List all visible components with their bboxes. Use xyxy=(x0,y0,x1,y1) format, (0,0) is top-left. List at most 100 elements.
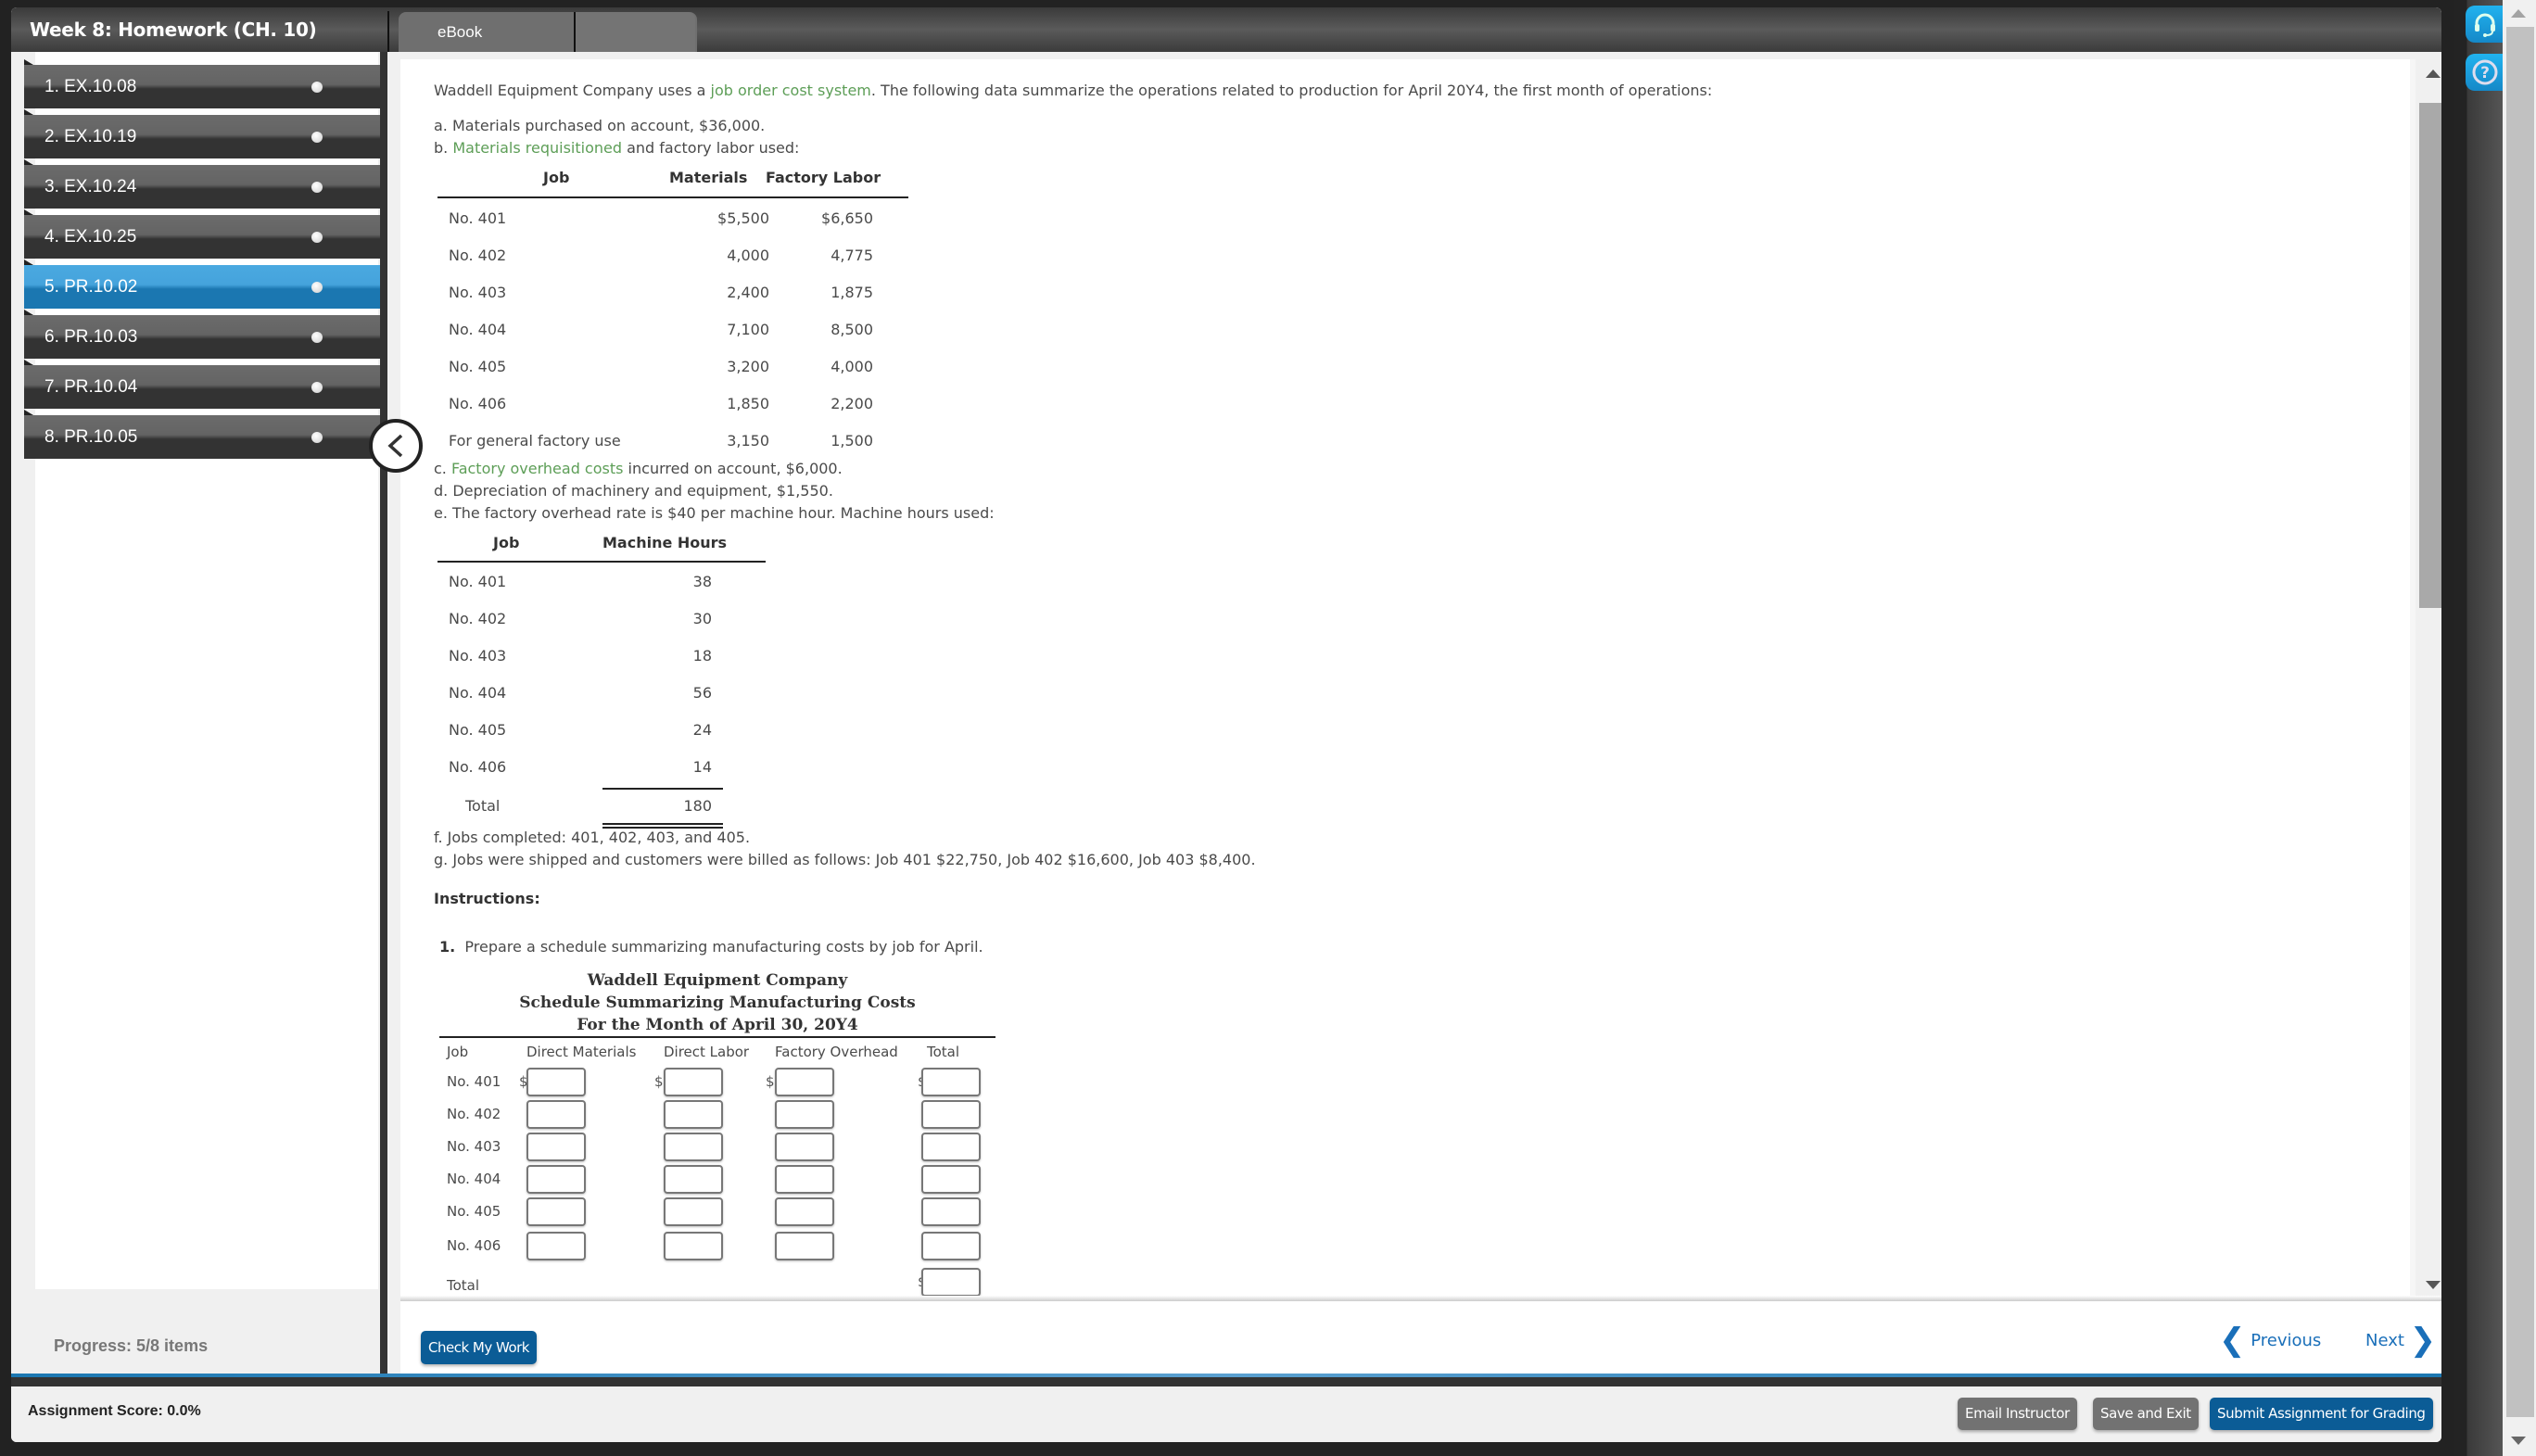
table-cell-machine-hours: 38 xyxy=(692,573,712,590)
table-cell-machine-hours: 24 xyxy=(692,721,712,739)
table-cell-job: No. 401 xyxy=(449,209,507,227)
schedule-col-factory-overhead: Factory Overhead xyxy=(775,1044,898,1060)
schedule-col-direct-materials: Direct Materials xyxy=(526,1044,637,1060)
direct-labor-input[interactable] xyxy=(664,1068,723,1096)
item-b-prefix: b. xyxy=(434,139,453,157)
sidebar-item-pr-10-02[interactable]: 5. PR.10.02 xyxy=(24,260,380,309)
direct-materials-input[interactable] xyxy=(526,1133,586,1161)
table-cell-job: No. 406 xyxy=(449,395,507,412)
total-input[interactable] xyxy=(921,1165,981,1194)
sidebar-item-ex-10-25[interactable]: 4. EX.10.25 xyxy=(24,209,380,259)
help-button[interactable]: ? xyxy=(2466,54,2504,91)
table-cell-factory-labor: 1,875 xyxy=(831,284,873,301)
page-scroll-down-icon[interactable] xyxy=(2511,1437,2526,1445)
table-cell-machine-hours: 30 xyxy=(692,610,712,627)
header-divider xyxy=(387,11,389,52)
content-scroll-thumb[interactable] xyxy=(2419,103,2441,608)
total-input[interactable] xyxy=(921,1100,981,1129)
sidebar-item-label: 8. PR.10.05 xyxy=(44,426,138,447)
sidebar-item-ex-10-24[interactable]: 3. EX.10.24 xyxy=(24,159,380,209)
svg-text:?: ? xyxy=(2480,64,2490,82)
page-scroll-up-icon[interactable] xyxy=(2511,9,2526,18)
table-cell-materials: 1,850 xyxy=(727,395,769,412)
course-title: Week 8: Homework (CH. 10) xyxy=(30,19,317,41)
item-f: f. Jobs completed: 401, 402, 403, and 40… xyxy=(434,829,751,846)
direct-labor-input[interactable] xyxy=(664,1100,723,1129)
factory-overhead-costs-link[interactable]: Factory overhead costs xyxy=(451,460,624,477)
content-footer: Check My Work ❮ Previous Next ❯ xyxy=(400,1301,2441,1374)
total-input[interactable] xyxy=(921,1197,981,1226)
tab-ebook[interactable]: eBook xyxy=(399,12,576,52)
page-scrollbar[interactable] xyxy=(2503,0,2536,1456)
dollar-sign: $ xyxy=(766,1073,775,1090)
sidebar-item-pr-10-04[interactable]: 7. PR.10.04 xyxy=(24,360,380,409)
direct-labor-input[interactable] xyxy=(664,1232,723,1260)
factory-overhead-input[interactable] xyxy=(775,1068,834,1096)
table-cell-job: No. 402 xyxy=(449,247,507,264)
factory-overhead-input[interactable] xyxy=(775,1232,834,1260)
item-c: c. Factory overhead costs incurred on ac… xyxy=(434,460,843,477)
sidebar-item-ex-10-08[interactable]: 1. EX.10.08 xyxy=(24,59,380,108)
step-number: 1. xyxy=(439,938,456,956)
direct-materials-input[interactable] xyxy=(526,1165,586,1194)
content-scroll-up-icon[interactable] xyxy=(2426,70,2441,78)
status-dot-icon xyxy=(311,131,323,143)
table-cell-job: No. 402 xyxy=(449,610,507,627)
table-cell-job: For general factory use xyxy=(449,432,621,449)
save-and-exit-button[interactable]: Save and Exit xyxy=(2093,1398,2199,1430)
submit-assignment-button[interactable]: Submit Assignment for Grading xyxy=(2210,1398,2433,1430)
factory-overhead-input[interactable] xyxy=(775,1197,834,1226)
direct-materials-input[interactable] xyxy=(526,1197,586,1226)
table-cell-materials: 3,200 xyxy=(727,358,769,375)
total-input[interactable] xyxy=(921,1133,981,1161)
table-cell-materials: $5,500 xyxy=(717,209,769,227)
materials-requisitioned-link[interactable]: Materials requisitioned xyxy=(452,139,622,157)
collapse-sidebar-button[interactable] xyxy=(369,419,423,473)
double-rule-top xyxy=(602,823,723,825)
next-button[interactable]: Next ❯ xyxy=(2365,1322,2436,1359)
content-scroll-down-icon[interactable] xyxy=(2426,1281,2441,1289)
factory-overhead-input[interactable] xyxy=(775,1100,834,1129)
email-instructor-button[interactable]: Email Instructor xyxy=(1958,1398,2077,1430)
direct-materials-input[interactable] xyxy=(526,1100,586,1129)
assignment-frame: Week 8: Homework (CH. 10) eBook 1. EX.10… xyxy=(11,7,2441,1442)
item-b-text: and factory labor used: xyxy=(622,139,800,157)
status-dot-icon xyxy=(311,381,323,393)
col-header-machine-hours: Machine Hours xyxy=(602,534,728,551)
schedule-col-job: Job xyxy=(447,1044,469,1060)
sidebar-item-pr-10-03[interactable]: 6. PR.10.03 xyxy=(24,310,380,359)
hours-total-value: 180 xyxy=(683,797,712,815)
support-headset-button[interactable] xyxy=(2466,6,2504,43)
table-cell-machine-hours: 18 xyxy=(692,647,712,665)
sidebar-item-label: 6. PR.10.03 xyxy=(44,326,138,347)
col-header-job: Job xyxy=(543,169,570,186)
item-g: g. Jobs were shipped and customers were … xyxy=(434,851,1256,868)
factory-overhead-input[interactable] xyxy=(775,1165,834,1194)
direct-labor-input[interactable] xyxy=(664,1133,723,1161)
schedule-period: For the Month of April 30, 20Y4 xyxy=(577,1016,858,1034)
sidebar-item-ex-10-19[interactable]: 2. EX.10.19 xyxy=(24,109,380,158)
direct-labor-input[interactable] xyxy=(664,1165,723,1194)
schedule-row-job: No. 401 xyxy=(447,1073,501,1090)
content-scrollbar[interactable] xyxy=(2410,59,2441,1301)
grand-total-input[interactable] xyxy=(921,1268,981,1297)
sidebar-item-pr-10-05[interactable]: 8. PR.10.05 xyxy=(24,410,380,459)
direct-labor-input[interactable] xyxy=(664,1197,723,1226)
item-e: e. The factory overhead rate is $40 per … xyxy=(434,504,995,522)
table-cell-machine-hours: 14 xyxy=(692,758,712,776)
total-input[interactable] xyxy=(921,1068,981,1096)
table-cell-job: No. 406 xyxy=(449,758,507,776)
direct-materials-input[interactable] xyxy=(526,1232,586,1260)
item-d: d. Depreciation of machinery and equipme… xyxy=(434,482,833,500)
schedule-row-job: No. 402 xyxy=(447,1106,501,1122)
tab-blank[interactable] xyxy=(576,12,695,52)
total-input[interactable] xyxy=(921,1232,981,1260)
item-a: a. Materials purchased on account, $36,0… xyxy=(434,117,766,134)
check-my-work-button[interactable]: Check My Work xyxy=(421,1331,537,1364)
factory-overhead-input[interactable] xyxy=(775,1133,834,1161)
direct-materials-input[interactable] xyxy=(526,1068,586,1096)
page-scroll-thumb[interactable] xyxy=(2506,27,2534,1417)
previous-button[interactable]: ❮ Previous xyxy=(2219,1322,2321,1359)
job-order-cost-system-link[interactable]: job order cost system xyxy=(711,82,871,99)
table-cell-materials: 4,000 xyxy=(727,247,769,264)
